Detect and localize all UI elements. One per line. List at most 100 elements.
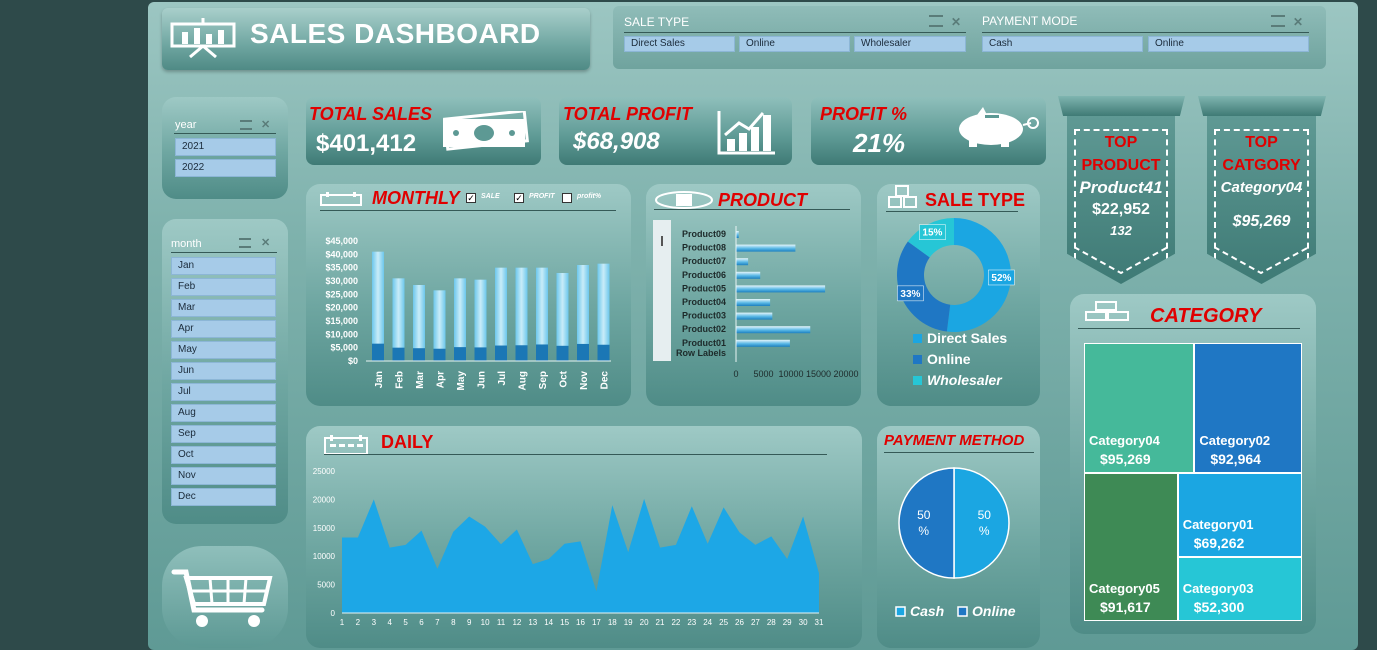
kpi-total-profit-label: TOTAL PROFIT [563, 104, 692, 124]
daily-xtick: 6 [419, 618, 424, 627]
monthly-ytick: $5,000 [330, 343, 358, 353]
product-xtick: 15000 [806, 369, 831, 379]
monthly-xtick: Jul [497, 371, 508, 386]
top-product-value: $22,952 [1092, 201, 1150, 218]
daily-xtick: 30 [799, 618, 808, 627]
daily-xtick: 25 [719, 618, 728, 627]
month-option-apr[interactable]: Apr [171, 320, 276, 338]
month-option-aug[interactable]: Aug [171, 404, 276, 422]
daily-xtick: 28 [767, 618, 776, 627]
monthly-xtick: Apr [436, 371, 447, 388]
sale-type-legend-label: Wholesaler [927, 372, 1003, 388]
product-bar [736, 326, 811, 334]
payment-legend-label: Online [972, 603, 1016, 619]
clear-filter-icon[interactable]: ✕ [261, 236, 270, 249]
sale-type-option-online[interactable]: Online [739, 36, 850, 52]
kpi-total-profit: TOTAL PROFIT $68,908 [559, 97, 792, 165]
sale-type-chart: 52% 33% 15% Direct Sales Online Wholesaler [897, 218, 1015, 388]
month-option-jan[interactable]: Jan [171, 257, 276, 275]
month-slicer: month ✕ Jan Feb Mar Apr May Jun Jul Aug Sep Oct No… [162, 219, 288, 524]
top-category-name: Category04 [1220, 179, 1303, 196]
sale-type-legend-swatch [913, 376, 922, 385]
month-option-mar[interactable]: Mar [171, 299, 276, 317]
kpi-total-sales-label: TOTAL SALES [309, 104, 433, 124]
kpi-profit-pct-label: PROFIT % [820, 104, 908, 124]
year-option-2022[interactable]: 2022 [175, 159, 276, 177]
sale-type-legend-swatch [913, 334, 922, 343]
daily-ytick: 5000 [317, 581, 335, 590]
top-product-count: 132 [1110, 223, 1132, 238]
month-option-sep[interactable]: Sep [171, 425, 276, 443]
monthly-ytick: $0 [348, 356, 358, 366]
daily-xtick: 4 [387, 618, 392, 627]
month-option-nov[interactable]: Nov [171, 467, 276, 485]
daily-ytick: 20000 [313, 495, 336, 504]
product-bar [736, 285, 826, 293]
payment-mode-option-cash[interactable]: Cash [982, 36, 1143, 52]
top-category-card: TOP CATGORY Category04 $95,269 [1207, 116, 1316, 284]
product-ytick: Product04 [682, 297, 726, 307]
top-category-line2: CATGORY [1222, 157, 1301, 174]
multi-select-icon[interactable] [929, 15, 943, 27]
daily-xtick: 19 [624, 618, 633, 627]
daily-xtick: 22 [671, 618, 680, 627]
monthly-xtick: Aug [518, 371, 529, 390]
growth-chart-icon [717, 111, 775, 155]
monthly-profit-bar [474, 347, 487, 361]
product-xtick: 5000 [753, 369, 773, 379]
month-option-may[interactable]: May [171, 341, 276, 359]
category-tile-value: $69,262 [1193, 535, 1245, 552]
month-option-oct[interactable]: Oct [171, 446, 276, 464]
payment-mode-slicer-title: PAYMENT MODE [982, 14, 1078, 28]
category-card: CATEGORY Category04 $95,269 Category02 $92,… [1070, 294, 1316, 634]
kpi-total-sales: TOTAL SALES $401,412 [306, 97, 541, 165]
monthly-ytick: $25,000 [325, 289, 358, 299]
monthly-profit-bar [495, 345, 507, 361]
sale-type-option-direct-sales[interactable]: Direct Sales [624, 36, 735, 52]
category-tile[interactable]: Category03 $52,300 [1177, 557, 1302, 621]
category-tile-label: Category03 [1182, 580, 1254, 596]
monthly-ytick: $30,000 [325, 276, 358, 286]
clear-filter-icon[interactable]: ✕ [1293, 15, 1303, 29]
month-option-jul[interactable]: Jul [171, 383, 276, 401]
daily-xtick: 18 [608, 618, 617, 627]
year-option-2021[interactable]: 2021 [175, 138, 276, 156]
category-tile[interactable]: Category04 $95,269 [1084, 343, 1195, 474]
product-bar [736, 258, 749, 266]
daily-xtick: 14 [544, 618, 553, 627]
clear-filter-icon[interactable]: ✕ [951, 15, 961, 29]
multi-select-icon[interactable] [239, 238, 251, 248]
multi-select-icon[interactable] [240, 120, 252, 130]
clear-filter-icon[interactable]: ✕ [261, 118, 270, 131]
daily-xtick: 2 [356, 618, 361, 627]
monthly-profit-bar [515, 345, 528, 361]
monthly-ytick: $15,000 [325, 316, 358, 326]
category-tile-label: Category04 [1089, 433, 1160, 449]
top-product-line2: PRODUCT [1081, 157, 1161, 174]
daily-ytick: 15000 [313, 524, 336, 533]
sale-type-option-wholesaler[interactable]: Wholesaler [854, 36, 966, 52]
kpi-total-profit-value: $68,908 [573, 128, 660, 155]
payment-mode-option-online[interactable]: Online [1148, 36, 1309, 52]
multi-select-icon[interactable] [1271, 15, 1285, 27]
payment-legend-swatch [957, 606, 968, 617]
daily-xtick: 27 [751, 618, 760, 627]
month-option-jun[interactable]: Jun [171, 362, 276, 380]
daily-xtick: 20 [640, 618, 649, 627]
top-product-ribbon [1058, 96, 1185, 116]
monthly-profit-bar [433, 348, 446, 361]
category-tile[interactable]: Category02 $92,964 [1194, 343, 1302, 474]
category-tile[interactable]: Category05 $91,617 [1084, 473, 1178, 621]
product-xtick: 20000 [833, 369, 858, 379]
payment-slice [898, 467, 955, 579]
payment-slice [953, 467, 1010, 579]
month-option-dec[interactable]: Dec [171, 488, 276, 506]
daily-xtick: 31 [815, 618, 824, 627]
monthly-ytick: $45,000 [325, 236, 358, 246]
daily-xtick: 10 [481, 618, 490, 627]
month-option-feb[interactable]: Feb [171, 278, 276, 296]
piggy-bank-icon [959, 107, 1039, 147]
cart-button[interactable] [162, 546, 288, 648]
category-tile[interactable]: Category01 $69,262 [1177, 473, 1302, 558]
monthly-xtick: Dec [600, 371, 611, 390]
